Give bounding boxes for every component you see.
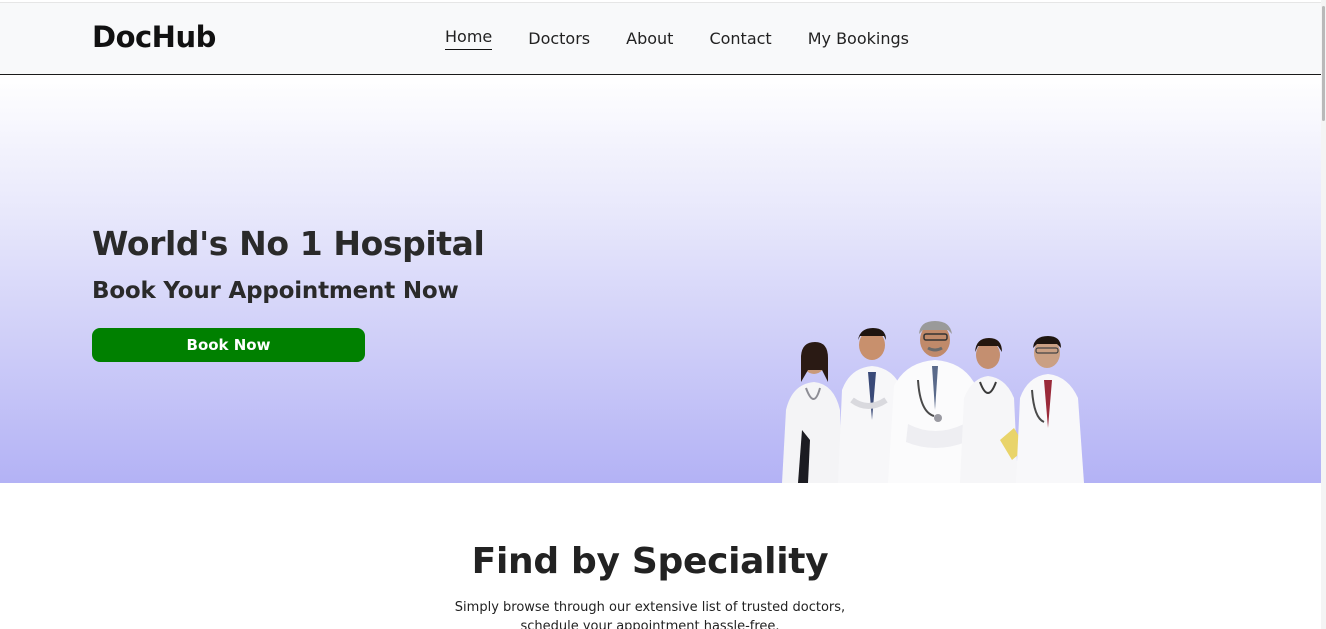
speciality-description-line: Simply browse through our extensive list…	[454, 600, 846, 615]
brand-logo[interactable]: DocHub	[92, 20, 216, 54]
nav-link-doctors[interactable]: Doctors	[528, 28, 590, 52]
doctors-group-image	[782, 321, 1084, 483]
nav-link-home[interactable]: Home	[445, 26, 493, 50]
scrollbar-thumb[interactable]	[1322, 6, 1325, 121]
navbar: DocHub Home Doctors About Contact My Boo…	[0, 2, 1321, 75]
speciality-title: Find by Speciality	[471, 541, 829, 582]
nav-links: Home Doctors About Contact My Bookings	[445, 26, 945, 52]
nav-link-my-bookings[interactable]: My Bookings	[808, 28, 909, 52]
main-content: DocHub Home Doctors About Contact My Boo…	[0, 0, 1321, 629]
doctor-figure	[1016, 336, 1084, 483]
hero-title: World's No 1 Hospital	[92, 224, 485, 263]
page: DocHub Home Doctors About Contact My Boo…	[0, 0, 1326, 629]
nav-link-contact[interactable]: Contact	[709, 28, 771, 52]
hero-subtitle: Book Your Appointment Now	[92, 278, 459, 304]
doctor-figure	[960, 338, 1026, 483]
vertical-scrollbar[interactable]	[1321, 0, 1326, 629]
speciality-description: Simply browse through our extensive list…	[0, 598, 1300, 629]
doctor-figure	[782, 342, 842, 483]
hero-section: World's No 1 Hospital Book Your Appointm…	[0, 75, 1321, 483]
book-now-button[interactable]: Book Now	[92, 328, 365, 362]
speciality-description-line: schedule your appointment hassle-free.	[520, 619, 780, 629]
nav-link-about[interactable]: About	[626, 28, 673, 52]
